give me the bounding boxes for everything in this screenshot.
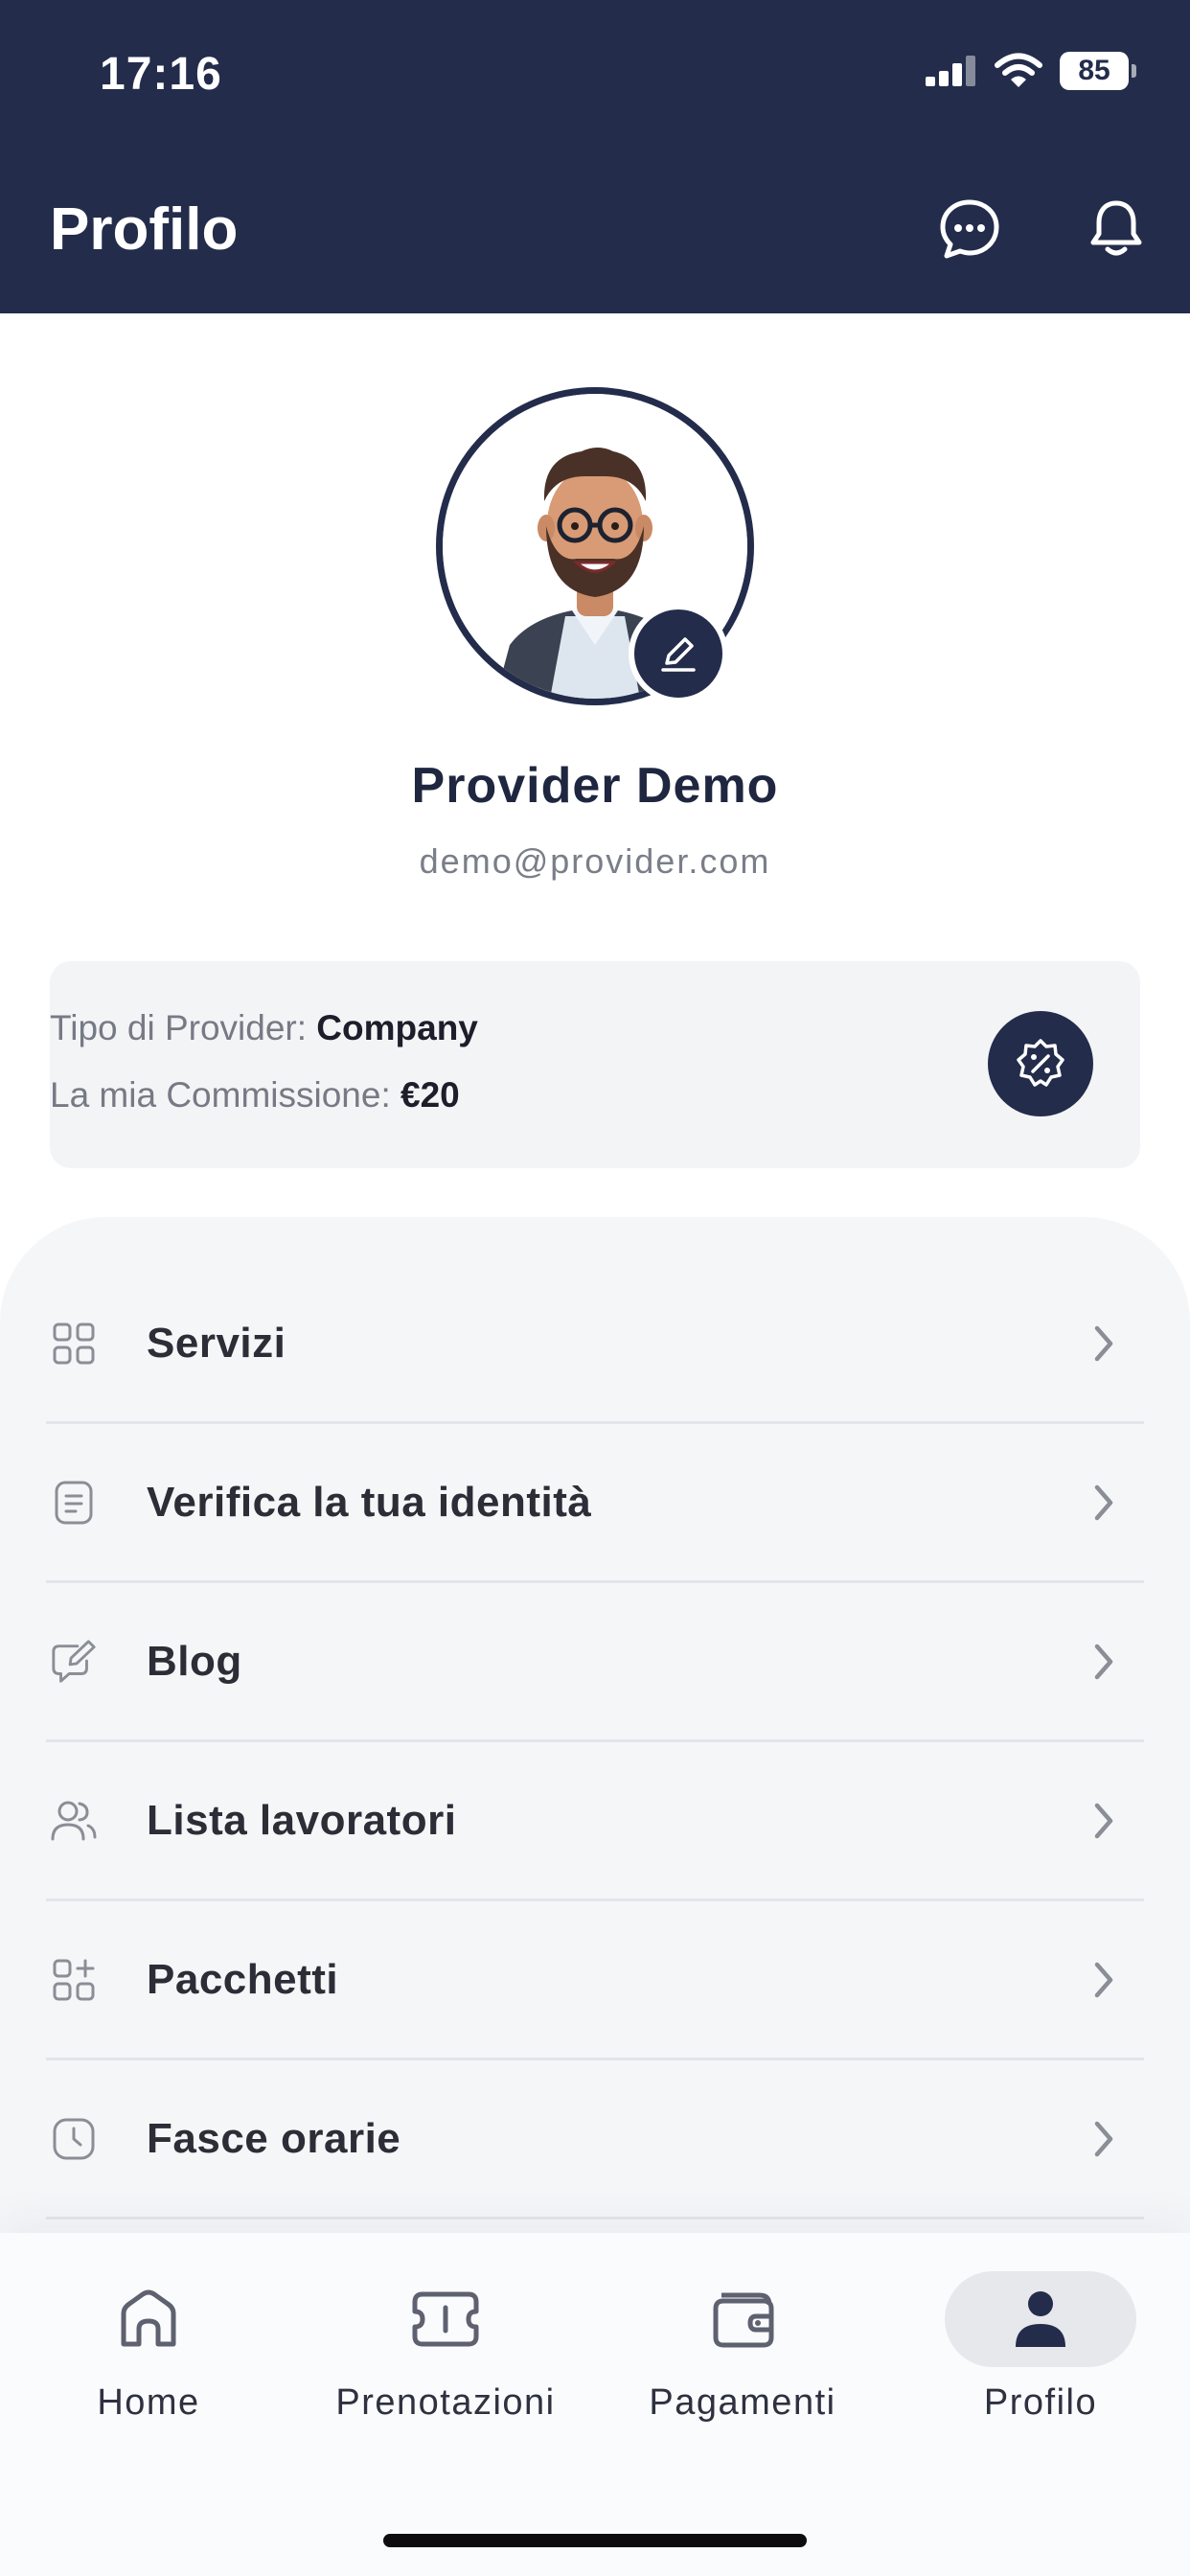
chevron-right-icon [1085, 1961, 1123, 1999]
chat-button[interactable] [936, 196, 1003, 263]
ticket-icon [350, 2271, 541, 2367]
user-icon [945, 2271, 1136, 2367]
tab-label: Prenotazioni [335, 2382, 556, 2423]
wallet-icon [647, 2271, 838, 2367]
cellular-signal-icon [926, 56, 975, 86]
grid-icon [50, 1320, 98, 1368]
chevron-right-icon [1085, 2120, 1123, 2158]
commission-label: La mia Commissione: [50, 1075, 391, 1115]
discount-badge-icon [1017, 1039, 1064, 1087]
status-time: 17:16 [100, 49, 222, 100]
tab-label: Home [97, 2382, 200, 2423]
tab-label: Profilo [983, 2382, 1098, 2423]
home-icon [53, 2271, 244, 2367]
notifications-button[interactable] [1083, 196, 1150, 263]
commission-value: €20 [400, 1075, 460, 1115]
app-header: 17:16 85 Profilo [0, 0, 1190, 313]
menu-item-verifica-identita[interactable]: Verifica la tua identità [46, 1424, 1144, 1583]
chevron-right-icon [1085, 1643, 1123, 1681]
menu-item-lista-lavoratori[interactable]: Lista lavoratori [46, 1742, 1144, 1901]
provider-info-card [50, 961, 1140, 1168]
users-icon [50, 1797, 98, 1845]
menu-item-label: Servizi [147, 1319, 286, 1367]
chat-icon [940, 199, 999, 259]
chevron-right-icon [1085, 1802, 1123, 1840]
provider-type-row: Tipo di Provider: Company [50, 1008, 478, 1048]
bell-icon [1090, 200, 1142, 256]
profile-name: Provider Demo [411, 758, 779, 814]
menu-item-label: Blog [147, 1637, 242, 1685]
menu-item-label: Fasce orarie [147, 2114, 401, 2162]
menu-item-label: Lista lavoratori [147, 1796, 457, 1844]
tab-prenotazioni[interactable]: Prenotazioni [326, 2271, 565, 2434]
profile-email: demo@provider.com [419, 841, 771, 881]
chevron-right-icon [1085, 1484, 1123, 1522]
commission-row: La mia Commissione: €20 [50, 1075, 460, 1116]
status-icons: 85 [924, 52, 1136, 90]
pencil-icon [661, 637, 696, 672]
menu-item-pacchetti[interactable]: Pacchetti [46, 1901, 1144, 2060]
battery-tip [1132, 64, 1136, 78]
provider-type-label: Tipo di Provider: [50, 1008, 308, 1047]
document-icon [50, 1479, 98, 1527]
wifi-icon [995, 53, 1042, 87]
tab-label: Pagamenti [649, 2382, 836, 2423]
battery-level: 85 [1060, 52, 1129, 90]
edit-avatar-button[interactable] [629, 604, 728, 703]
menu-item-servizi[interactable]: Servizi [46, 1265, 1144, 1424]
home-indicator [383, 2534, 807, 2547]
bottom-tab-bar: Home Prenotazioni Pagamenti Profilo [0, 2233, 1190, 2576]
tab-pagamenti[interactable]: Pagamenti [623, 2271, 862, 2434]
battery-indicator: 85 [1060, 52, 1136, 90]
menu-item-label: Pacchetti [147, 1955, 339, 2003]
clock-icon [50, 2115, 98, 2163]
menu-item-fasce-orarie[interactable]: Fasce orarie [46, 2060, 1144, 2220]
edit-message-icon [50, 1638, 98, 1686]
page-title: Profilo [50, 196, 239, 263]
menu-item-label: Verifica la tua identità [147, 1478, 592, 1526]
add-grid-icon [50, 1956, 98, 2004]
commission-button[interactable] [988, 1011, 1093, 1116]
chevron-right-icon [1085, 1324, 1123, 1363]
provider-type-value: Company [316, 1008, 478, 1047]
tab-home[interactable]: Home [29, 2271, 268, 2434]
tab-profilo[interactable]: Profilo [921, 2271, 1160, 2434]
menu-item-blog[interactable]: Blog [46, 1583, 1144, 1742]
